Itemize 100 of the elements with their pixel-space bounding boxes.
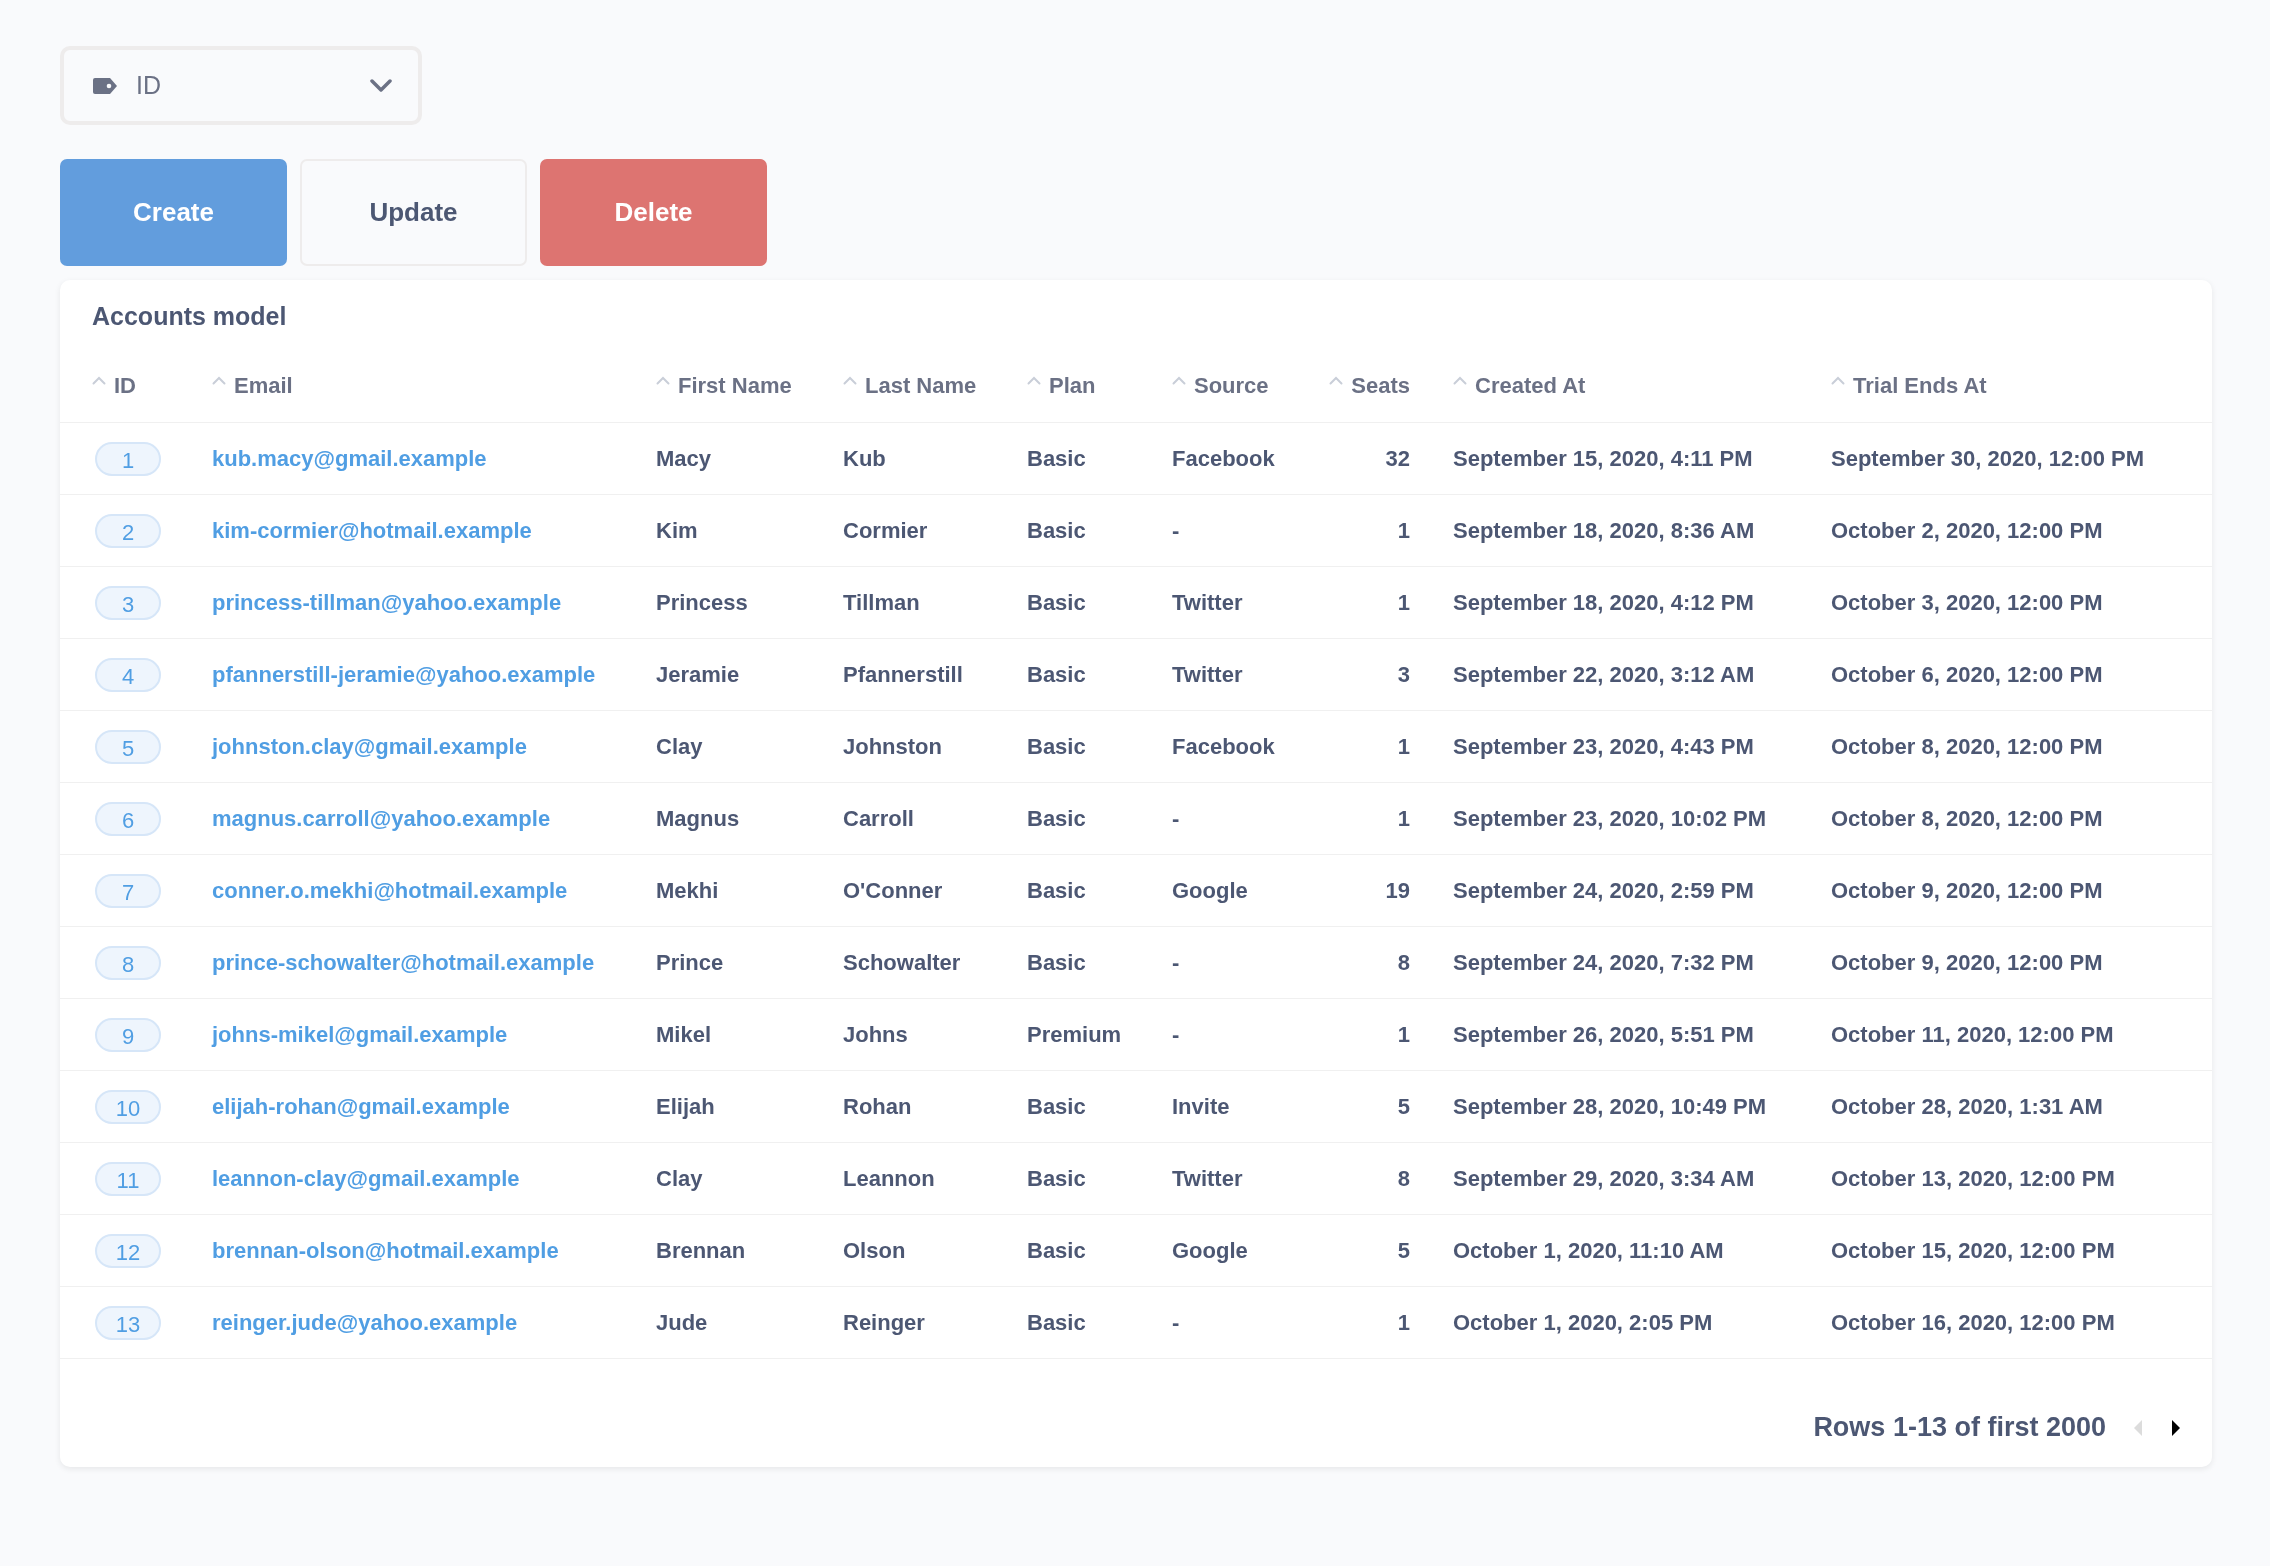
id-badge[interactable]: 1 xyxy=(95,441,161,476)
triangle-right-icon xyxy=(2170,1418,2182,1437)
table-cell: October 28, 2020, 1:31 AM xyxy=(1831,1093,2103,1119)
table-cell: Google xyxy=(1172,1237,1248,1263)
email-link[interactable]: conner.o.mekhi@hotmail.example xyxy=(212,877,568,903)
email-link[interactable]: pfannerstill-jeramie@yahoo.example xyxy=(212,661,596,687)
table-cell: - xyxy=(1172,1021,1180,1047)
table-cell: September 24, 2020, 2:59 PM xyxy=(1453,877,1754,903)
table-cell: Leannon xyxy=(843,1165,935,1191)
table-cell: Jeramie xyxy=(656,661,740,687)
sort-caret-icon xyxy=(1831,375,1845,385)
id-badge[interactable]: 2 xyxy=(95,513,161,548)
table-cell: September 30, 2020, 12:00 PM xyxy=(1831,445,2145,471)
table-cell: October 16, 2020, 12:00 PM xyxy=(1831,1309,2115,1335)
table-cell: Carroll xyxy=(843,805,914,831)
action-button[interactable]: Create xyxy=(60,159,287,266)
email-link[interactable]: magnus.carroll@yahoo.example xyxy=(212,805,551,831)
email-link[interactable]: brennan-olson@hotmail.example xyxy=(212,1237,559,1263)
id-badge[interactable]: 11 xyxy=(95,1161,161,1196)
id-badge[interactable]: 6 xyxy=(95,801,161,836)
table-cell: 3 xyxy=(1397,661,1410,687)
sort-caret-icon xyxy=(1172,375,1186,385)
id-badge[interactable]: 7 xyxy=(95,873,161,908)
table-cell: Basic xyxy=(1027,661,1086,687)
sort-caret-icon xyxy=(1329,375,1344,385)
column-header[interactable]: Email xyxy=(234,373,293,400)
table-cell: Pfannerstill xyxy=(843,661,963,687)
action-button[interactable]: Delete xyxy=(540,159,767,266)
column-header[interactable]: First Name xyxy=(678,373,792,400)
action-button[interactable]: Update xyxy=(300,159,527,266)
email-link[interactable]: elijah-rohan@gmail.example xyxy=(212,1093,510,1119)
table-cell: October 6, 2020, 12:00 PM xyxy=(1831,661,2103,687)
id-badge[interactable]: 3 xyxy=(95,585,161,620)
column-header[interactable]: Plan xyxy=(1049,373,1096,400)
table-cell: 1 xyxy=(1397,805,1410,831)
table-cell: 1 xyxy=(1397,733,1410,759)
email-link[interactable]: kub.macy@gmail.example xyxy=(212,445,487,471)
table-cell: Schowalter xyxy=(843,949,961,975)
table-cell: Princess xyxy=(656,589,748,615)
table-cell: Elijah xyxy=(656,1093,715,1119)
table-cell: Twitter xyxy=(1172,1165,1243,1191)
table-cell: 32 xyxy=(1385,445,1410,471)
table-cell: Google xyxy=(1172,877,1248,903)
table-cell: September 22, 2020, 3:12 AM xyxy=(1453,661,1755,687)
table-cell: Basic xyxy=(1027,1309,1086,1335)
column-header[interactable]: Trial Ends At xyxy=(1853,373,1987,400)
table-cell: 8 xyxy=(1397,1165,1410,1191)
table-cell: October 3, 2020, 12:00 PM xyxy=(1831,589,2103,615)
table-cell: - xyxy=(1172,517,1180,543)
email-link[interactable]: leannon-clay@gmail.example xyxy=(212,1165,520,1191)
table-cell: October 8, 2020, 12:00 PM xyxy=(1831,805,2103,831)
table-cell: October 13, 2020, 12:00 PM xyxy=(1831,1165,2115,1191)
email-link[interactable]: reinger.jude@yahoo.example xyxy=(212,1309,518,1335)
table-cell: - xyxy=(1172,1309,1180,1335)
table-cell: Invite xyxy=(1172,1093,1230,1119)
column-header[interactable]: Last Name xyxy=(865,373,977,400)
field-dropdown[interactable]: ID xyxy=(60,46,422,125)
email-link[interactable]: prince-schowalter@hotmail.example xyxy=(212,949,595,975)
column-header[interactable]: ID xyxy=(114,373,136,400)
id-badge[interactable]: 9 xyxy=(95,1017,161,1052)
column-header[interactable]: Created At xyxy=(1475,373,1586,400)
id-badge[interactable]: 10 xyxy=(95,1089,161,1124)
table-cell: Basic xyxy=(1027,517,1086,543)
id-badge[interactable]: 12 xyxy=(95,1233,161,1268)
table-cell: September 15, 2020, 4:11 PM xyxy=(1453,445,1753,471)
table-cell: September 23, 2020, 4:43 PM xyxy=(1453,733,1754,759)
sort-caret-icon xyxy=(843,375,857,385)
id-badge[interactable]: 5 xyxy=(95,729,161,764)
sort-caret-icon xyxy=(656,375,670,385)
table-cell: Kim xyxy=(656,517,698,543)
table-cell: Basic xyxy=(1027,733,1086,759)
table-cell: October 15, 2020, 12:00 PM xyxy=(1831,1237,2115,1263)
table-cell: O'Conner xyxy=(843,877,943,903)
table-cell: 19 xyxy=(1385,877,1410,903)
id-badge[interactable]: 4 xyxy=(95,657,161,692)
table-cell: September 26, 2020, 5:51 PM xyxy=(1453,1021,1754,1047)
email-link[interactable]: princess-tillman@yahoo.example xyxy=(212,589,562,615)
table-cell: September 23, 2020, 10:02 PM xyxy=(1453,805,1767,831)
email-link[interactable]: kim-cormier@hotmail.example xyxy=(212,517,532,543)
column-header[interactable]: Source xyxy=(1194,373,1269,400)
sort-caret-icon xyxy=(1453,375,1467,385)
table-cell: Premium xyxy=(1027,1021,1122,1047)
table-cell: Mekhi xyxy=(656,877,719,903)
table-cell: 1 xyxy=(1397,1309,1410,1335)
table-cell: September 29, 2020, 3:34 AM xyxy=(1453,1165,1755,1191)
id-badge[interactable]: 13 xyxy=(95,1305,161,1340)
column-header[interactable]: Seats xyxy=(1351,373,1410,400)
table-cell: Twitter xyxy=(1172,589,1243,615)
table-cell: October 9, 2020, 12:00 PM xyxy=(1831,877,2103,903)
table-cell: - xyxy=(1172,805,1180,831)
id-badge[interactable]: 8 xyxy=(95,945,161,980)
table-cell: Basic xyxy=(1027,1093,1086,1119)
table-cell: Magnus xyxy=(656,805,740,831)
table-cell: 1 xyxy=(1397,1021,1410,1047)
email-link[interactable]: johnston.clay@gmail.example xyxy=(212,733,527,759)
table-cell: Facebook xyxy=(1172,733,1275,759)
email-link[interactable]: johns-mikel@gmail.example xyxy=(212,1021,508,1047)
triangle-left-icon xyxy=(2132,1418,2144,1437)
table-cell: Twitter xyxy=(1172,661,1243,687)
table-cell: 1 xyxy=(1397,517,1410,543)
